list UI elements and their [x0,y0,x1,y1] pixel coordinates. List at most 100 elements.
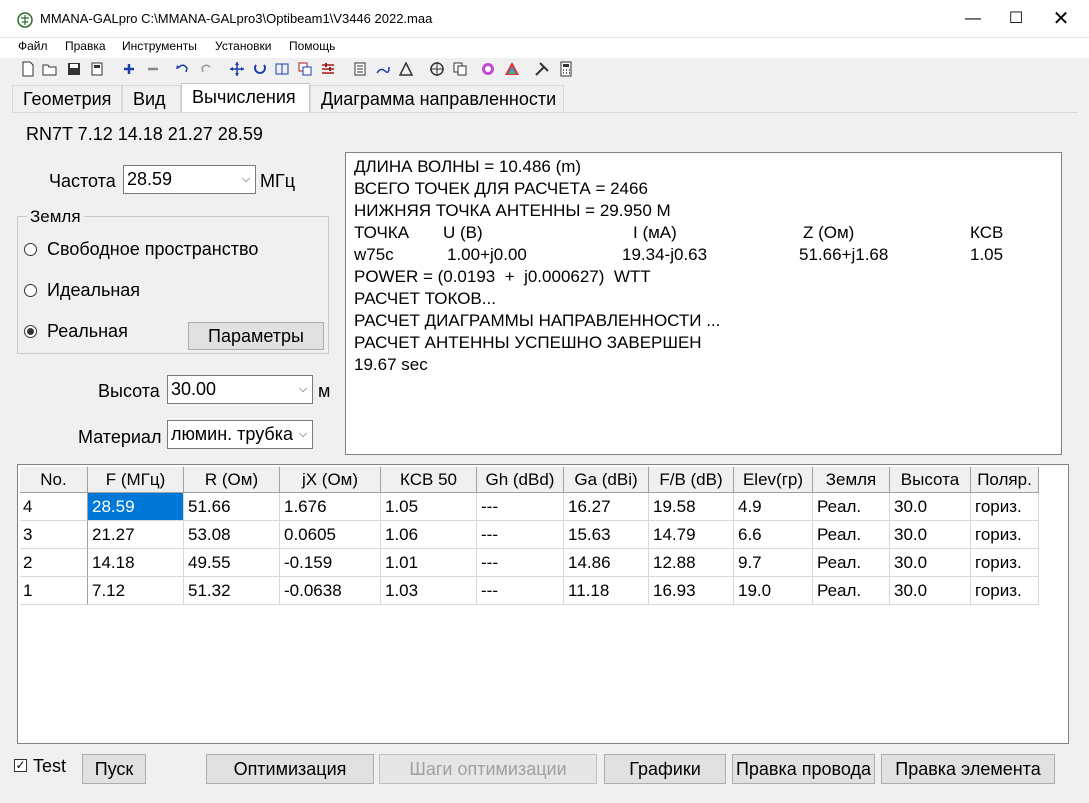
table-cell[interactable]: гориз. [971,577,1039,605]
ground-params-button[interactable]: Параметры [188,322,324,350]
col-header-elev[interactable]: Elev(гр) [734,467,813,493]
copy-icon[interactable] [452,61,468,77]
table-cell[interactable]: 30.0 [890,521,971,549]
col-header-ga[interactable]: Ga (dBi) [564,467,649,493]
col-header-swr50[interactable]: КСВ 50 [381,467,477,493]
table-cell[interactable]: Реал. [813,549,890,577]
table-cell[interactable]: 30.0 [890,493,971,521]
table-cell[interactable]: 15.63 [564,521,649,549]
table-cell[interactable]: 53.08 [184,521,280,549]
row-number-cell[interactable]: 4 [20,493,88,521]
close-button[interactable]: ✕ [1038,0,1084,38]
palette-icon[interactable] [480,61,496,77]
graphs-button[interactable]: Графики [604,754,726,784]
table-cell[interactable]: 16.93 [649,577,734,605]
col-header-gh[interactable]: Gh (dBd) [477,467,564,493]
col-header-no[interactable]: No. [20,467,88,493]
col-header-fb[interactable]: F/B (dB) [649,467,734,493]
settings-sliders-icon[interactable] [320,61,336,77]
radio-free-space-label[interactable]: Свободное пространство [47,239,258,260]
results-table[interactable]: No. F (МГц) R (Ом) jX (Ом) КСВ 50 Gh (dBd) Ga … [17,464,1069,744]
table-cell[interactable]: 51.66 [184,493,280,521]
table-cell[interactable]: гориз. [971,549,1039,577]
table-cell[interactable]: 9.7 [734,549,813,577]
col-header-ground[interactable]: Земля [813,467,890,493]
radio-ideal-label[interactable]: Идеальная [47,280,140,301]
table-cell[interactable]: --- [477,521,564,549]
table-cell[interactable]: 6.6 [734,521,813,549]
table-cell[interactable]: Реал. [813,577,890,605]
table-cell[interactable]: 30.0 [890,577,971,605]
start-button[interactable]: Пуск [82,754,146,784]
optimize-button[interactable]: Оптимизация [206,754,374,784]
save-as-icon[interactable] [89,61,105,77]
table-cell[interactable]: 21.27 [88,521,184,549]
col-header-freq[interactable]: F (МГц) [88,467,184,493]
table-cell[interactable]: -0.159 [280,549,381,577]
row-number-cell[interactable]: 3 [20,521,88,549]
table-cell[interactable]: Реал. [813,493,890,521]
col-header-height[interactable]: Высота [890,467,971,493]
tools-icon[interactable] [534,61,550,77]
table-cell[interactable]: --- [477,549,564,577]
draw-icon[interactable] [375,61,391,77]
minimize-button[interactable]: — [950,0,996,38]
table-cell[interactable]: гориз. [971,493,1039,521]
frequency-combo[interactable]: 28.59 ⌵ [123,165,256,194]
menu-tools[interactable]: Инструменты [122,38,197,54]
target-icon[interactable] [429,61,445,77]
calculation-output[interactable]: ДЛИНА ВОЛНЫ = 10.486 (m) ВСЕГО ТОЧЕК ДЛЯ… [345,152,1062,455]
tab-view[interactable]: Вид [122,85,181,113]
table-cell[interactable]: 14.86 [564,549,649,577]
table-cell[interactable]: 12.88 [649,549,734,577]
menu-help[interactable]: Помощь [289,38,335,54]
add-icon[interactable] [121,61,137,77]
tab-radiation-pattern[interactable]: Диаграмма направленности [310,85,564,113]
test-label[interactable]: Test [33,756,66,777]
col-header-jx[interactable]: jX (Ом) [280,467,381,493]
table-cell[interactable]: -0.0638 [280,577,381,605]
table-cell[interactable]: гориз. [971,521,1039,549]
table-cell[interactable]: 4.9 [734,493,813,521]
row-number-cell[interactable]: 1 [20,577,88,605]
table-cell[interactable]: 0.0605 [280,521,381,549]
table-cell[interactable]: 19.58 [649,493,734,521]
table-cell[interactable]: 51.32 [184,577,280,605]
edit-wire-button[interactable]: Правка провода [732,754,875,784]
table-cell[interactable]: --- [477,577,564,605]
move-icon[interactable] [229,61,245,77]
table-cell[interactable]: 30.0 [890,549,971,577]
menu-file[interactable]: Файл [18,38,48,54]
radio-real-label[interactable]: Реальная [47,321,128,342]
table-cell[interactable]: 28.59 [88,493,184,521]
table-cell[interactable]: 1.06 [381,521,477,549]
table-cell[interactable]: 14.79 [649,521,734,549]
calculator-icon[interactable] [558,61,574,77]
table-cell[interactable]: 49.55 [184,549,280,577]
save-icon[interactable] [66,61,82,77]
table-cell[interactable]: 16.27 [564,493,649,521]
undo-icon[interactable] [175,61,191,77]
radio-free-space[interactable] [24,243,37,256]
material-combo[interactable]: люмин. трубка ⌵ [167,420,313,449]
new-file-icon[interactable] [20,61,36,77]
col-header-r[interactable]: R (Ом) [184,467,280,493]
menu-settings[interactable]: Установки [215,38,271,54]
remove-icon[interactable] [145,61,161,77]
rotate-icon[interactable] [252,61,268,77]
table-cell[interactable]: 14.18 [88,549,184,577]
optimization-steps-button[interactable]: Шаги оптимизации [379,754,597,784]
table-cell[interactable]: 1.01 [381,549,477,577]
table-cell[interactable]: Реал. [813,521,890,549]
test-checkbox[interactable]: ✓ [14,759,27,772]
height-combo[interactable]: 30.00 ⌵ [167,375,313,404]
menu-edit[interactable]: Правка [65,38,106,54]
table-cell[interactable]: 1.05 [381,493,477,521]
tab-calculations[interactable]: Вычисления [181,83,310,113]
radio-real[interactable] [24,325,37,338]
triangle-icon[interactable] [398,61,414,77]
tab-geometry[interactable]: Геометрия [12,85,122,113]
notes-icon[interactable] [352,61,368,77]
table-cell[interactable]: --- [477,493,564,521]
edit-element-button[interactable]: Правка элемента [881,754,1055,784]
